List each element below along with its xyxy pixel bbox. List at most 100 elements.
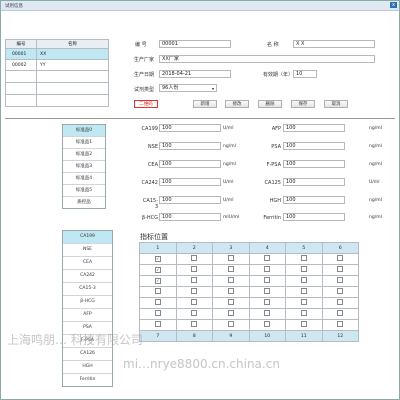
position-checkbox[interactable] [154,321,161,327]
table-row[interactable]: 00001 XX [5,48,109,60]
close-button[interactable]: x [390,2,397,8]
position-checkbox[interactable] [264,310,271,316]
marker-input[interactable]: 100 [283,124,345,132]
list-item-standard[interactable]: 标准品3 [63,161,105,173]
qr-code-button[interactable]: 二维码 [134,100,158,108]
position-checkbox[interactable] [337,299,344,305]
position-checkbox[interactable] [337,310,344,316]
position-checkbox[interactable] [264,288,271,294]
marker-input[interactable]: 100 [159,213,221,221]
position-checkbox[interactable] [227,288,234,294]
name-label: 名 称 [267,42,279,48]
list-item-indicator[interactable]: CA242 [63,270,112,283]
position-checkbox-checked[interactable]: ✓ [154,278,161,284]
list-item-indicator[interactable]: CEA [63,257,112,270]
position-checkbox[interactable] [337,277,344,283]
position-checkbox[interactable] [227,321,234,327]
marker-input[interactable]: 100 [159,124,221,132]
position-checkbox[interactable] [300,288,307,294]
grid-column-header: 8 [175,330,213,342]
position-checkbox[interactable] [154,288,161,294]
position-checkbox[interactable] [154,299,161,305]
position-checkbox[interactable] [191,299,198,305]
list-item-indicator[interactable]: CA15-3 [63,283,112,296]
code-input[interactable]: 00001 [159,40,231,48]
list-item-standard[interactable]: 标准品0 [63,125,105,137]
table-row[interactable]: 00002 YY [5,59,109,71]
list-item-indicator[interactable]: NSE [63,244,112,257]
validity-input[interactable]: 10 [293,70,317,78]
marker-label: CA15-3 [142,198,158,210]
production-date-input[interactable]: 2018-04-21 [159,70,231,78]
position-checkbox[interactable] [337,288,344,294]
list-item-standard[interactable]: 标准品1 [63,137,105,149]
position-checkbox[interactable] [227,255,234,261]
position-checkbox[interactable] [337,321,344,327]
grid-cell [248,286,286,298]
position-checkbox[interactable] [191,277,198,283]
marker-input[interactable]: 100 [283,213,345,221]
grid-row [139,319,359,331]
position-checkbox[interactable] [191,321,198,327]
position-checkbox[interactable] [191,255,198,261]
position-checkbox[interactable] [300,266,307,272]
marker-unit: ng/ml [369,215,382,220]
edit-button[interactable]: 修改 [225,100,249,108]
position-checkbox[interactable] [300,255,307,261]
position-checkbox[interactable] [264,321,271,327]
list-item-indicator[interactable]: CA199 [63,231,112,244]
position-checkbox[interactable] [264,255,271,261]
marker-input[interactable]: 100 [283,160,345,168]
cancel-button[interactable]: 取消 [324,100,348,108]
position-checkbox[interactable] [227,266,234,272]
position-checkbox[interactable] [154,310,161,316]
position-checkbox[interactable] [227,277,234,283]
list-item-standard[interactable]: 标准品5 [63,185,105,197]
marker-input[interactable]: 100 [283,196,345,204]
new-button[interactable]: 新增 [193,100,217,108]
position-checkbox[interactable] [227,299,234,305]
grid-cell [248,264,286,276]
column-header-name[interactable]: 名称 [36,39,109,49]
position-grid: 1 2 3 4 5 6 ✓ ✓ ✓ 7 8 9 10 11 12 [139,242,359,342]
position-checkbox[interactable] [264,277,271,283]
list-item-standard[interactable]: 标准品2 [63,149,105,161]
position-checkbox[interactable] [300,310,307,316]
marker-input[interactable]: 100 [159,160,221,168]
reagent-type-select[interactable]: 96人份 ▾ [159,84,217,92]
position-checkbox[interactable] [191,310,198,316]
save-button[interactable]: 保存 [291,100,315,108]
position-checkbox[interactable] [337,255,344,261]
marker-input[interactable]: 100 [283,142,345,150]
position-checkbox[interactable] [300,277,307,283]
position-checkbox[interactable] [337,266,344,272]
list-item-standard[interactable]: 标准品4 [63,173,105,185]
column-header-code[interactable]: 编号 [5,39,37,49]
position-checkbox[interactable] [264,266,271,272]
marker-input[interactable]: 100 [159,142,221,150]
list-item-indicator[interactable]: CA12б [63,348,112,361]
grid-column-header: 1 [139,242,177,254]
position-checkbox[interactable] [300,299,307,305]
list-item-indicator[interactable]: AFP [63,309,112,322]
position-checkbox[interactable] [264,299,271,305]
marker-input[interactable]: 100 [159,178,221,186]
position-checkbox[interactable] [300,321,307,327]
grid-cell [321,297,359,309]
position-checkbox-checked[interactable]: ✓ [154,267,161,273]
marker-input[interactable]: 100 [283,178,345,186]
delete-button[interactable]: 删除 [258,100,282,108]
list-item-indicator[interactable]: β-HCG [63,296,112,309]
marker-input[interactable]: 100 [159,196,221,204]
reagent-table: 编号 名称 00001 XX 00002 YY [5,39,109,107]
position-checkbox[interactable] [191,266,198,272]
position-checkbox-checked[interactable]: ✓ [154,256,161,262]
position-checkbox[interactable] [191,288,198,294]
position-checkbox[interactable] [227,310,234,316]
list-item-indicator[interactable]: Ferritin [63,374,112,386]
manufacturer-input[interactable]: XX厂家 [159,55,375,63]
name-input[interactable]: X X [293,40,375,48]
list-item-indicator[interactable]: HGH [63,361,112,374]
grid-column-header: 7 [139,330,177,342]
list-item-standard[interactable]: 质控品 [63,197,105,208]
